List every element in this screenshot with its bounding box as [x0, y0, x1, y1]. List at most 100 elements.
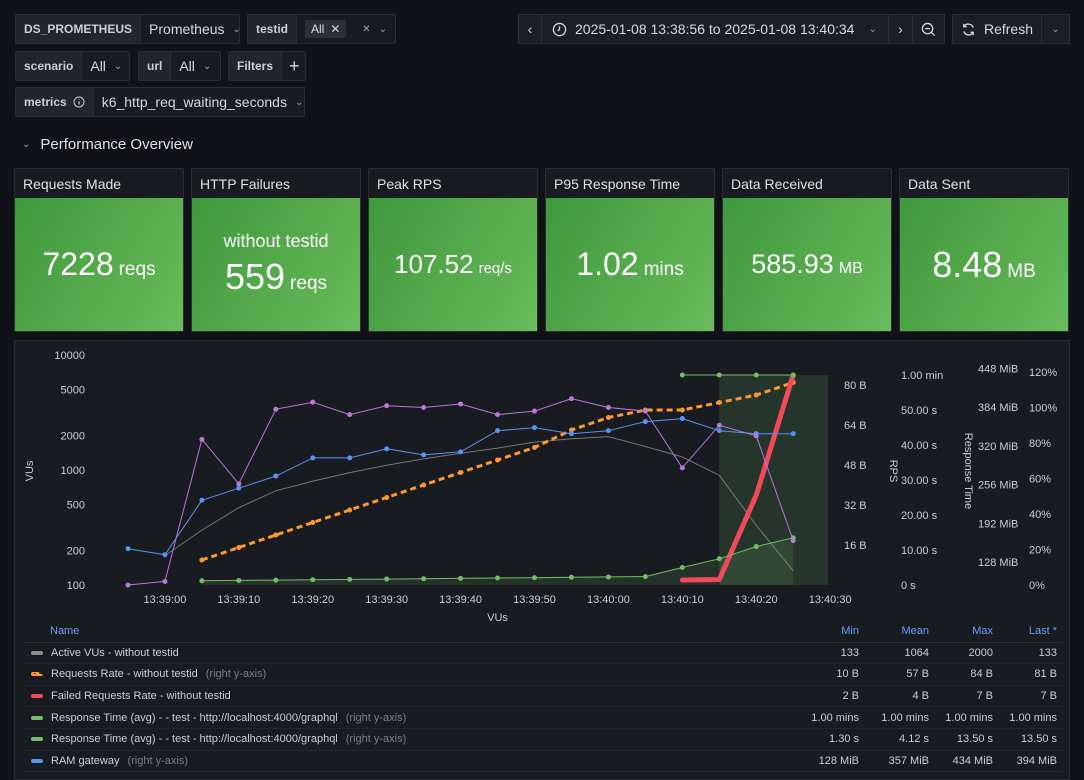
y-tick-label: 2000 [61, 430, 85, 442]
chevron-down-icon: ⌄ [378, 23, 387, 35]
stat-value: 7228 [42, 246, 114, 282]
testid-variable[interactable]: testid All ✕ ✕ ⌄ [247, 14, 396, 44]
time-range-picker[interactable]: 2025-01-08 13:38:56 to 2025-01-08 13:40:… [541, 14, 889, 44]
datasource-value: Prometheus [149, 21, 225, 37]
timeseries-chart[interactable]: 100 200 500 1000 2000 5000 10000 VUs 13:39:00 13:… [15, 341, 1071, 621]
chevron-down-icon: ⌄ [868, 23, 877, 35]
data-point [162, 552, 168, 558]
data-point [421, 576, 427, 582]
datasource-select[interactable]: Prometheus ⌄ [141, 15, 249, 43]
memory-tick-label: 320 MiB [978, 441, 1018, 453]
legend-col-last[interactable]: Last * [993, 625, 1063, 637]
legend-series-name[interactable]: Active VUs - without testid [23, 647, 795, 659]
metrics-label-text: metrics [24, 95, 67, 109]
stat-value: 585.93 [751, 249, 834, 279]
url-variable[interactable]: url All ⌄ [138, 51, 221, 81]
data-point [347, 507, 353, 513]
legend-series-name[interactable]: Response Time (avg) - - test - http://lo… [23, 712, 795, 724]
data-point [753, 392, 759, 398]
stat-title: Peak RPS [377, 176, 442, 192]
legend-mean: 1064 [904, 646, 929, 659]
zoom-out-button[interactable] [912, 14, 945, 44]
stat-unit: reqs [118, 259, 156, 280]
legend-col-min[interactable]: Min [795, 625, 859, 637]
series-axis-note: (right y-axis) [127, 754, 188, 767]
data-point [347, 412, 353, 418]
clear-icon[interactable]: ✕ [362, 24, 370, 35]
stat-title: Requests Made [23, 176, 122, 192]
row-header-performance-overview[interactable]: ⌄ Performance Overview [22, 136, 193, 153]
data-point [421, 452, 427, 458]
testid-select[interactable]: All ✕ ✕ ⌄ [297, 15, 395, 43]
data-point [716, 556, 722, 562]
scenario-variable[interactable]: scenario All ⌄ [15, 51, 130, 81]
x-tick-label: 13:40:30 [809, 594, 852, 606]
cpu-tick-label: 100% [1029, 403, 1057, 415]
legend-max: 84 B [970, 668, 993, 681]
scenario-label: scenario [16, 52, 83, 80]
data-point [310, 577, 316, 583]
x-tick-label: 13:40:10 [661, 594, 704, 606]
chevron-down-icon: ⌄ [1051, 23, 1060, 35]
legend-min: 10 B [836, 668, 859, 681]
rps-tick-label: 32 B [844, 500, 867, 512]
y-tick-label: 10000 [54, 350, 85, 362]
clock-icon [552, 22, 567, 36]
info-icon[interactable] [73, 96, 85, 108]
legend-col-name[interactable]: Name [23, 625, 795, 637]
rps-axis-label: RPS [887, 460, 899, 483]
time-range-text: 2025-01-08 13:38:56 to 2025-01-08 13:40:… [575, 21, 855, 37]
url-value: All [179, 58, 195, 74]
chevron-right-icon: › [898, 21, 903, 37]
legend-series-name[interactable]: Response Time (avg) - - test - http://lo… [23, 733, 795, 745]
refresh-icon [963, 22, 974, 36]
url-select[interactable]: All ⌄ [171, 52, 219, 80]
x-axis-label: VUs [487, 612, 508, 621]
testid-chip[interactable]: All ✕ [305, 20, 347, 38]
metrics-variable[interactable]: metrics k6_http_req_waiting_seconds ⌄ [15, 87, 305, 117]
legend-series-name[interactable]: RAM gateway (right y-axis) [23, 755, 795, 767]
refresh-interval-dropdown[interactable]: ⌄ [1041, 14, 1070, 44]
rps-tick-label: 16 B [844, 540, 867, 552]
x-tick-label: 13:39:40 [439, 594, 482, 606]
legend-row[interactable]: Response Time (avg) - - test - http://lo… [23, 707, 1063, 729]
legend-series-name[interactable]: Failed Requests Rate - without testid [23, 690, 795, 702]
filters-variable[interactable]: Filters + [228, 51, 306, 81]
scenario-select[interactable]: All ⌄ [82, 52, 130, 80]
legend-row[interactable]: Failed Requests Rate - without testid 2 … [23, 686, 1063, 708]
chevron-left-icon: ‹ [527, 21, 533, 37]
legend-series-name[interactable]: Requests Rate - without testid (right y-… [23, 668, 795, 680]
y-tick-label: 100 [67, 580, 85, 592]
memory-tick-label: 128 MiB [978, 557, 1018, 569]
legend-table: Name Min Mean Max Last * Active VUs - wi… [23, 621, 1063, 773]
legend-col-mean[interactable]: Mean [859, 625, 929, 637]
time-shift-back-button[interactable]: ‹ [518, 14, 542, 44]
data-point [716, 400, 722, 405]
data-point [605, 415, 611, 420]
data-point [384, 446, 390, 452]
time-shift-forward-button[interactable]: › [888, 14, 913, 44]
legend-mean: 4.12 s [899, 733, 929, 746]
datasource-variable[interactable]: DS_PROMETHEUS Prometheus ⌄ [15, 14, 241, 44]
legend-col-max[interactable]: Max [929, 625, 993, 637]
remove-chip-icon[interactable]: ✕ [330, 22, 340, 36]
x-tick-label: 13:40:00 [587, 594, 630, 606]
response-time-axis-label: Response Time [962, 433, 974, 509]
add-filter-button[interactable]: + [282, 52, 307, 80]
series-label: Requests Rate - without testid [51, 668, 198, 681]
x-tick-label: 13:39:10 [217, 594, 260, 606]
refresh-button[interactable]: Refresh [952, 14, 1042, 44]
legend-row[interactable]: Response Time (avg) - - test - http://lo… [23, 729, 1063, 751]
series-line [164, 436, 794, 572]
data-point [199, 436, 205, 442]
collapse-chevron-icon[interactable]: ⌄ [22, 139, 30, 150]
data-point [716, 372, 722, 378]
legend-row[interactable]: Requests Rate - without testid (right y-… [23, 664, 1063, 686]
stat-title: Data Received [731, 176, 823, 192]
metrics-select[interactable]: k6_http_req_waiting_seconds ⌄ [94, 88, 312, 116]
legend-row[interactable]: Active VUs - without testid 133 1064 200… [23, 643, 1063, 665]
stat-panel-requests-made: Requests Made 7228 reqs [14, 168, 184, 332]
legend-max: 2000 [968, 646, 993, 659]
stat-value: 107.52 [394, 249, 474, 279]
legend-row[interactable]: RAM gateway (right y-axis) 128 MiB 357 M… [23, 751, 1063, 773]
